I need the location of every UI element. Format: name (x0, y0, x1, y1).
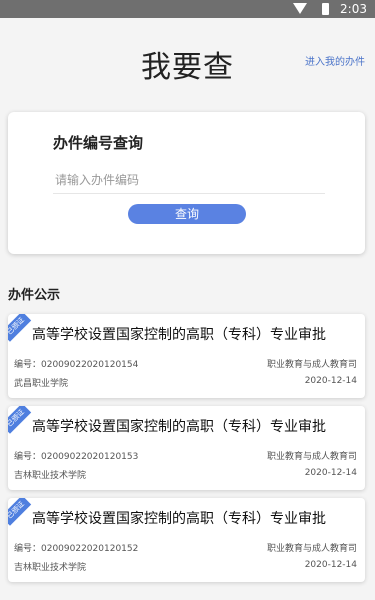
item-date: 2020-12-14 (304, 560, 357, 570)
item-title: 高等学校设置国家控制的高职（专科）专业审批 (32, 419, 326, 435)
status-badge: 已颁证 (8, 314, 32, 342)
item-date: 2020-12-14 (304, 376, 357, 386)
status-badge: 已颁证 (8, 406, 32, 434)
item-title: 高等学校设置国家控制的高职（专科）专业审批 (32, 511, 326, 527)
list-item[interactable]: 已颁证 高等学校设置国家控制的高职（专科）专业审批 编号：02009022020… (8, 314, 365, 398)
item-department: 职业教育与成人教育司 (266, 360, 357, 370)
status-badge: 已颁证 (8, 498, 32, 526)
query-card: 办件编号查询 查询 (8, 112, 365, 254)
header: 我要查 进入我的办件 (0, 18, 375, 98)
my-tasks-link[interactable]: 进入我的办件 (305, 53, 365, 68)
list-item[interactable]: 已颁证 高等学校设置国家控制的高职（专科）专业审批 编号：02009022020… (8, 406, 365, 490)
battery-icon (322, 3, 329, 15)
list-item[interactable]: 已颁证 高等学校设置国家控制的高职（专科）专业审批 编号：02009022020… (8, 498, 365, 582)
item-school: 武昌职业学院 (14, 379, 69, 389)
item-code: 编号：02009022020120153 (14, 452, 139, 462)
item-school: 吉林职业技术学院 (14, 563, 87, 573)
query-button[interactable]: 查询 (128, 204, 246, 224)
item-code: 编号：02009022020120154 (14, 360, 139, 370)
item-department: 职业教育与成人教育司 (266, 452, 357, 462)
status-time: 2:03 (340, 2, 367, 16)
item-school: 吉林职业技术学院 (14, 471, 87, 481)
section-title: 办件公示 (8, 288, 61, 303)
item-date: 2020-12-14 (304, 468, 357, 478)
task-list: 已颁证 高等学校设置国家控制的高职（专科）专业审批 编号：02009022020… (8, 314, 365, 590)
item-department: 职业教育与成人教育司 (266, 544, 357, 554)
item-title: 高等学校设置国家控制的高职（专科）专业审批 (32, 327, 326, 343)
task-code-input[interactable] (53, 167, 325, 194)
wifi-icon (293, 3, 307, 14)
query-title: 办件编号查询 (53, 134, 144, 152)
item-code: 编号：02009022020120152 (14, 544, 139, 554)
status-bar: 2:03 (0, 0, 375, 18)
